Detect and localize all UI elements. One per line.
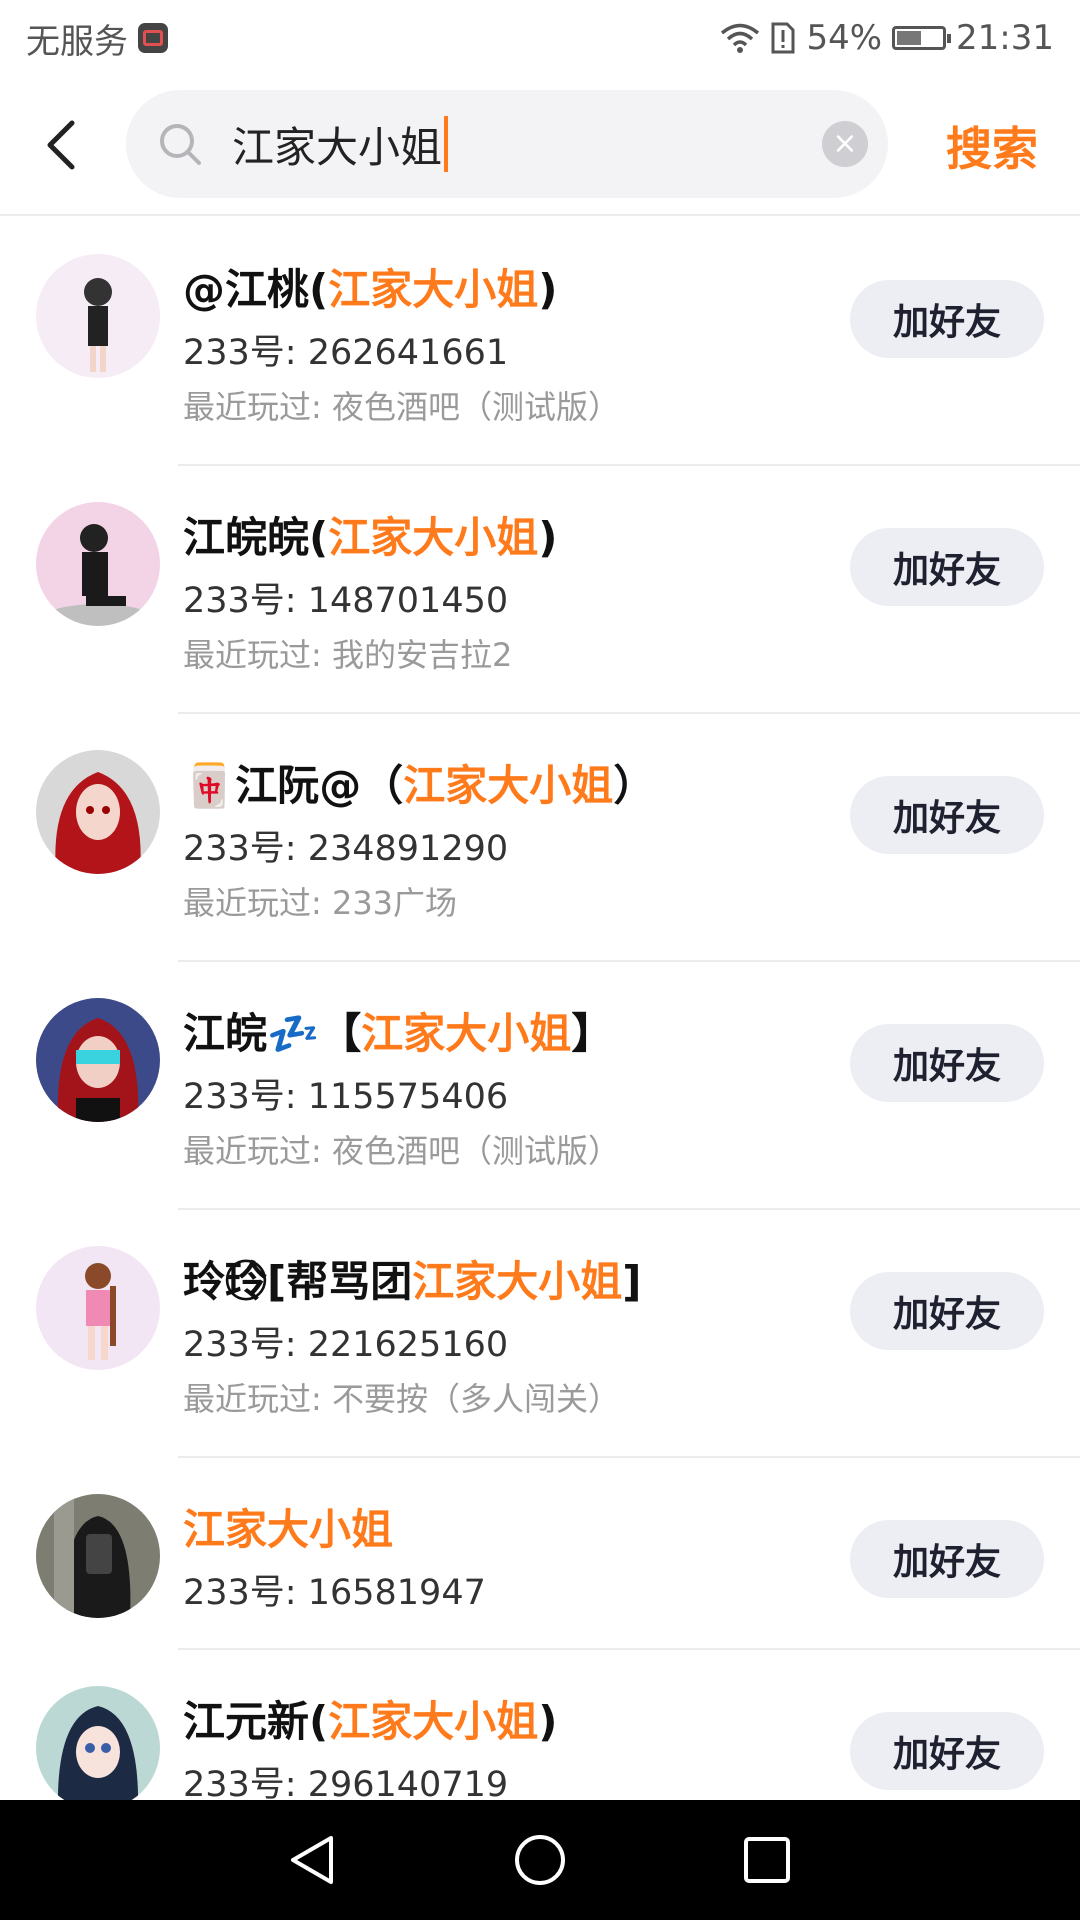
battery-icon [892, 26, 952, 50]
recently-played: 最近玩过: 我的安吉拉2 [183, 636, 513, 674]
list-item[interactable]: 🀄江阮@（江家大小姐） 233号: 234891290 最近玩过: 233广场 … [0, 714, 1080, 962]
add-friend-button[interactable]: 加好友 [850, 1024, 1044, 1102]
list-item[interactable]: 江皖💤【江家大小姐】 233号: 115575406 最近玩过: 夜色酒吧（测试… [0, 962, 1080, 1210]
add-friend-button[interactable]: 加好友 [850, 528, 1044, 606]
search-input[interactable]: 江家大小姐 × [126, 90, 888, 198]
avatar[interactable] [36, 750, 160, 874]
recently-played: 最近玩过: 233广场 [183, 884, 458, 922]
nav-home-icon[interactable] [512, 1832, 568, 1888]
clock: 21:31 [956, 18, 1054, 58]
search-icon [160, 124, 201, 165]
list-item[interactable]: 江皖皖(江家大小姐) 233号: 148701450 最近玩过: 我的安吉拉2 … [0, 466, 1080, 714]
text-cursor [444, 116, 449, 172]
avatar[interactable] [36, 1494, 160, 1618]
nav-recents-icon[interactable] [739, 1832, 795, 1888]
user-name: @江桃(江家大小姐) [183, 265, 558, 314]
clear-icon[interactable]: × [822, 121, 868, 167]
user-id: 233号: 262641661 [183, 333, 509, 373]
user-id: 233号: 234891290 [183, 829, 509, 869]
user-name: 玲玲⃝[帮骂团江家大小姐] [183, 1257, 642, 1306]
avatar[interactable] [36, 502, 160, 626]
avatar[interactable] [36, 998, 160, 1122]
list-item[interactable]: @江桃(江家大小姐) 233号: 262641661 最近玩过: 夜色酒吧（测试… [0, 218, 1080, 466]
battery-percent: 54% [806, 18, 883, 58]
search-button[interactable]: 搜索 [946, 76, 1038, 216]
avatar[interactable] [36, 254, 160, 378]
add-friend-button[interactable]: 加好友 [850, 1712, 1044, 1790]
search-results-list: @江桃(江家大小姐) 233号: 262641661 最近玩过: 夜色酒吧（测试… [0, 218, 1080, 1898]
user-id: 233号: 221625160 [183, 1325, 509, 1365]
avatar[interactable] [36, 1686, 160, 1810]
avatar[interactable] [36, 1246, 160, 1370]
add-friend-button[interactable]: 加好友 [850, 1272, 1044, 1350]
navigation-bar [0, 1800, 1080, 1920]
user-name: 江家大小姐 [183, 1505, 394, 1554]
screen-record-icon [138, 23, 168, 53]
carrier-text: 无服务 [26, 21, 128, 62]
list-item[interactable]: 玲玲⃝[帮骂团江家大小姐] 233号: 221625160 最近玩过: 不要按（… [0, 1210, 1080, 1458]
recently-played: 最近玩过: 夜色酒吧（测试版） [183, 388, 620, 426]
add-friend-button[interactable]: 加好友 [850, 776, 1044, 854]
nav-back-icon[interactable] [285, 1832, 341, 1888]
back-arrow-icon [47, 120, 75, 170]
sim-alert-icon [771, 22, 795, 54]
user-id: 233号: 16581947 [183, 1573, 486, 1613]
wifi-icon [721, 23, 760, 53]
recently-played: 最近玩过: 夜色酒吧（测试版） [183, 1132, 620, 1170]
user-id: 233号: 115575406 [183, 1077, 509, 1117]
back-button[interactable] [0, 85, 120, 205]
list-item[interactable]: 江家大小姐 233号: 16581947 加好友 [0, 1458, 1080, 1650]
user-name: 江皖💤【江家大小姐】 [183, 1009, 614, 1058]
user-name: 🀄江阮@（江家大小姐） [183, 761, 656, 810]
user-id: 233号: 148701450 [183, 581, 509, 621]
user-name: 江元新(江家大小姐) [183, 1697, 558, 1746]
search-query-text: 江家大小姐 [232, 122, 443, 172]
add-friend-button[interactable]: 加好友 [850, 280, 1044, 358]
search-header: 江家大小姐 × 搜索 [0, 76, 1080, 216]
add-friend-button[interactable]: 加好友 [850, 1520, 1044, 1598]
recently-played: 最近玩过: 不要按（多人闯关） [183, 1380, 620, 1418]
user-name: 江皖皖(江家大小姐) [183, 513, 558, 562]
status-bar: 无服务 54% 21:31 [0, 0, 1080, 76]
